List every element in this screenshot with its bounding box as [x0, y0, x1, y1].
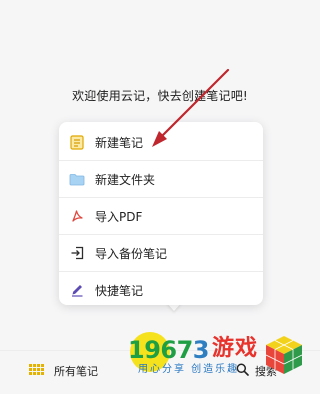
menu-item-label: 导入备份笔记: [95, 246, 168, 261]
menu-item-import-backup[interactable]: 导入备份笔记: [59, 235, 263, 271]
search-label: 搜索: [255, 364, 277, 378]
grid-icon: [29, 364, 45, 378]
menu-item-label: 新建笔记: [95, 135, 144, 150]
welcome-message: 欢迎使用云记，快去创建笔记吧!: [72, 89, 248, 103]
menu-item-import-pdf[interactable]: 导入PDF: [59, 198, 263, 234]
menu-item-label: 新建文件夹: [95, 172, 156, 187]
menu-item-new-folder[interactable]: 新建文件夹: [59, 161, 263, 197]
pdf-icon: [69, 208, 85, 224]
pen-icon: [69, 282, 85, 298]
menu-item-label: 导入PDF: [95, 209, 143, 224]
all-notes-button[interactable]: 所有笔记: [29, 363, 98, 379]
menu-item-new-note[interactable]: 新建笔记: [59, 124, 263, 160]
note-icon: [69, 134, 85, 150]
create-menu-popup: 新建笔记 新建文件夹 导入PDF 导入备份笔记 快捷笔记: [59, 122, 263, 305]
all-notes-label: 所有笔记: [54, 365, 98, 378]
import-icon: [69, 245, 85, 261]
search-button[interactable]: 搜索: [236, 361, 277, 380]
menu-item-quick-note[interactable]: 快捷笔记: [59, 272, 263, 308]
menu-item-label: 快捷笔记: [95, 283, 144, 298]
search-icon: [236, 361, 249, 380]
folder-icon: [69, 171, 85, 187]
